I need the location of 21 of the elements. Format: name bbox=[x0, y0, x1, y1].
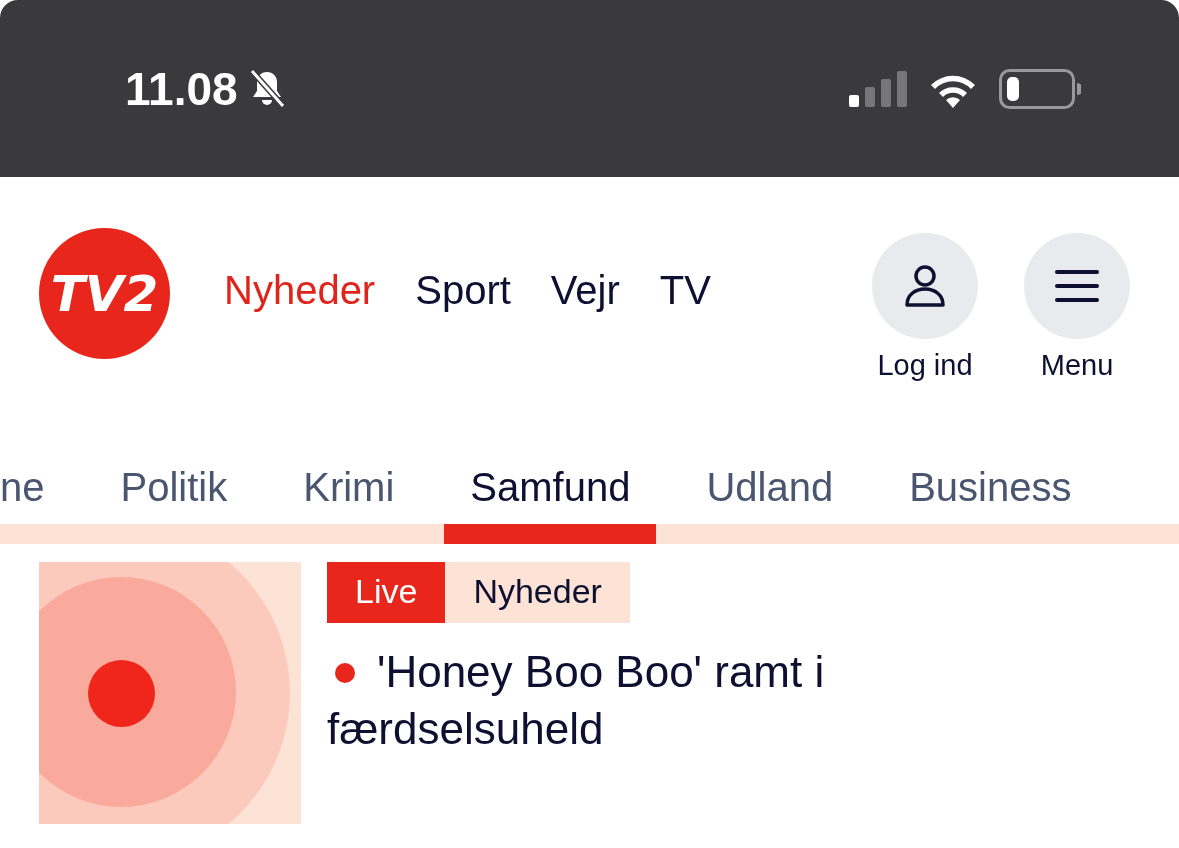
section-tag: Nyheder bbox=[445, 562, 630, 623]
category-tab[interactable]: Krimi bbox=[277, 465, 421, 544]
signal-icon bbox=[849, 70, 907, 107]
menu-icon bbox=[1054, 269, 1100, 303]
nav-link[interactable]: Sport bbox=[415, 268, 511, 313]
battery-icon bbox=[999, 68, 1081, 109]
button-label[interactable]: Log ind bbox=[877, 349, 973, 382]
button-label[interactable]: Menu bbox=[1040, 349, 1114, 382]
headline-link[interactable]: 'Honey Boo Boo' ramt i færdselsuheld bbox=[327, 643, 1027, 757]
category-tab[interactable]: Samfund bbox=[444, 465, 657, 544]
category-tab[interactable]: Business bbox=[883, 465, 1098, 544]
clock-time: 11.08 bbox=[125, 61, 238, 116]
category-tab[interactable]: ne bbox=[0, 465, 71, 544]
category-tab[interactable]: Udland bbox=[680, 465, 860, 544]
logo[interactable]: TV2 bbox=[39, 228, 170, 359]
user-icon bbox=[902, 263, 948, 309]
nav-link[interactable]: Nyheder bbox=[224, 268, 376, 313]
nav-link[interactable]: Vejr bbox=[550, 268, 620, 313]
category-tab[interactable]: Politik bbox=[94, 465, 254, 544]
nav-link[interactable]: TV bbox=[659, 268, 711, 313]
live-tag: Live bbox=[327, 562, 446, 623]
